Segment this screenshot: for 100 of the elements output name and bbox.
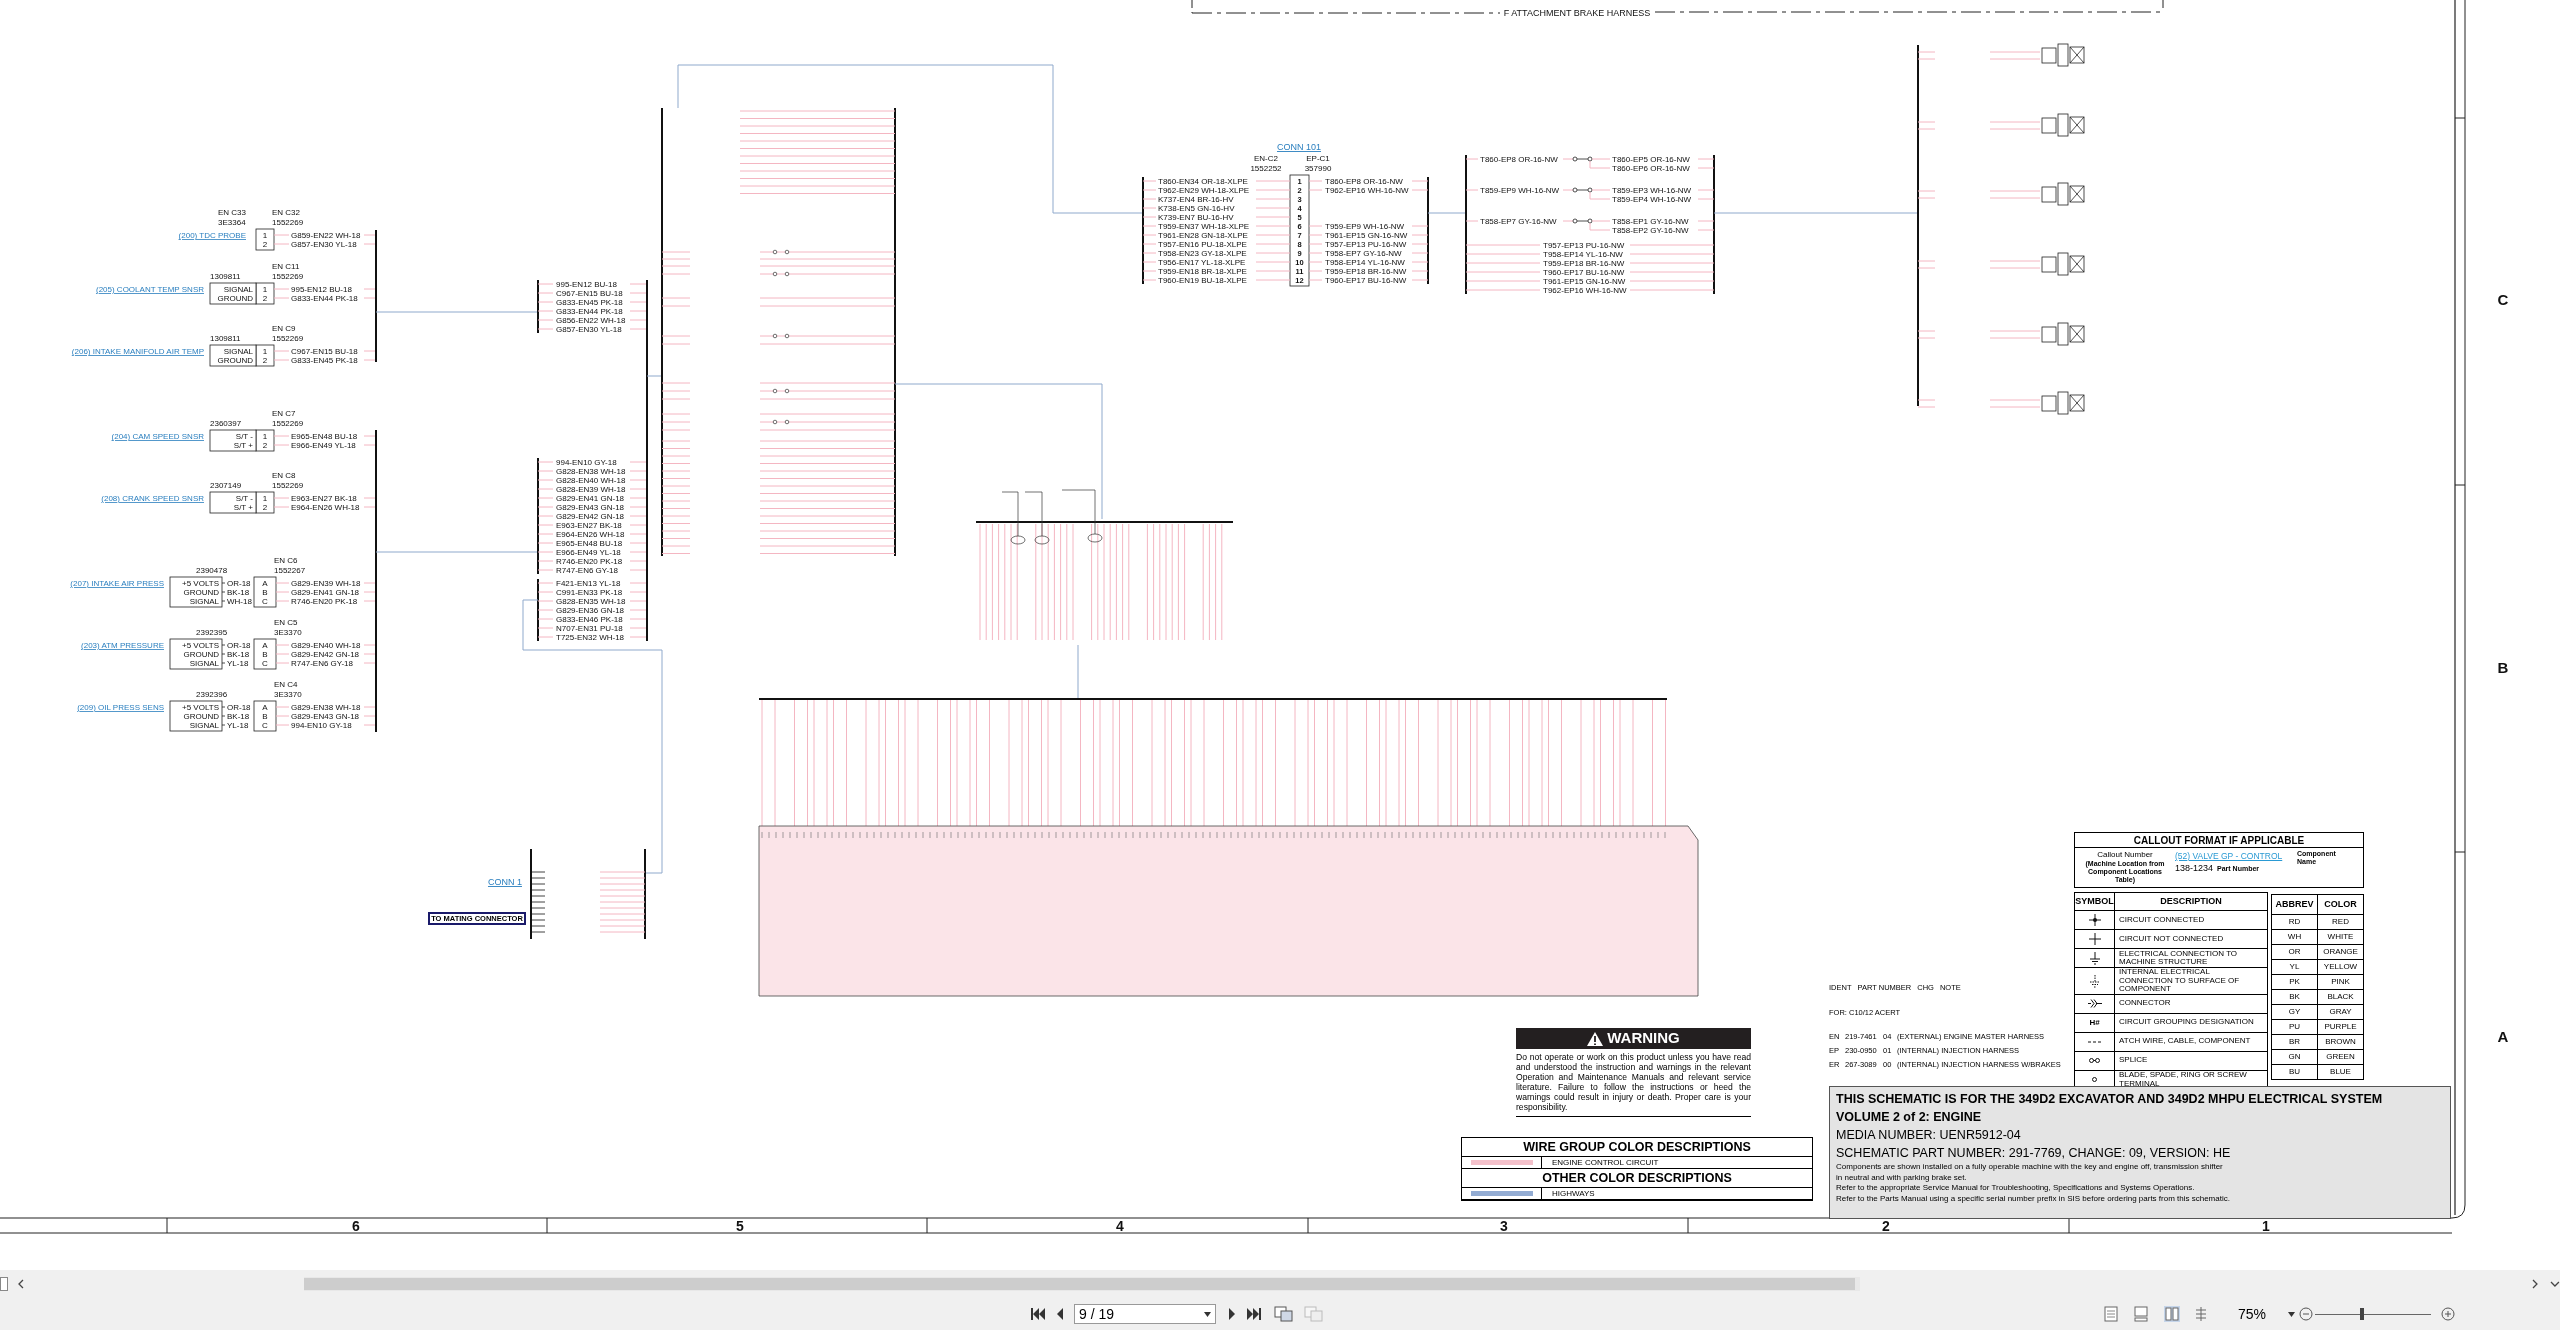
pages-icon[interactable]: [1274, 1306, 1294, 1322]
wire-label: T859-EP4 WH-16-NW: [1612, 195, 1692, 204]
connector-id: EN C11: [272, 262, 300, 271]
two-page-view-icon[interactable]: [2164, 1306, 2180, 1322]
pin-number: 2: [262, 441, 268, 450]
warning-title: WARNING: [1607, 1028, 1680, 1049]
pin-label: +5 VOLTS: [182, 703, 219, 712]
zoom-in-icon[interactable]: [2441, 1307, 2455, 1321]
zoom-level[interactable]: 75%: [2238, 1303, 2278, 1325]
table-header: SYMBOL: [2074, 892, 2115, 911]
table-cell: GRAY: [2317, 1004, 2364, 1020]
wire-label: T961-EP15 GN-16-NW: [1543, 277, 1626, 286]
zoom-slider[interactable]: [2315, 1308, 2431, 1320]
component-link[interactable]: (206) INTAKE MANIFOLD AIR TEMP: [71, 347, 204, 356]
dropdown-caret-icon[interactable]: [1204, 1311, 1211, 1317]
part-number: 1552269: [272, 419, 304, 428]
zone-number: 4: [1116, 1218, 1124, 1234]
table-cell: GREEN: [2317, 1049, 2364, 1065]
wire-label: 994-EN10 GY-18: [556, 458, 617, 467]
wire-label: YL-18: [227, 721, 249, 730]
part-number: 1552269: [272, 272, 304, 281]
wire-label: G833-EN45 PK-18: [291, 356, 358, 365]
pin-number: C: [262, 721, 268, 730]
previous-page-icon[interactable]: [1056, 1307, 1064, 1321]
part-number: 2360397: [210, 419, 242, 428]
wire-label: 995-EN12 BU-18: [291, 285, 352, 294]
component-link[interactable]: (208) CRANK SPEED SNSR: [101, 494, 204, 503]
pin-label: GROUND: [183, 650, 219, 659]
legend-label: HIGHWAYS: [1552, 1187, 1595, 1200]
slider-thumb[interactable]: [2359, 1308, 2364, 1320]
symbol-description: CONNECTOR: [2114, 994, 2268, 1013]
component-link[interactable]: (205) COOLANT TEMP SNSR: [95, 285, 204, 294]
wire-label: G829-EN39 WH-18: [291, 579, 361, 588]
part-number: 1552252: [1250, 164, 1282, 173]
connector-id: EP-C1: [1306, 154, 1330, 163]
pin-label: S/T +: [233, 441, 253, 450]
component-link[interactable]: (207) INTAKE AIR PRESS: [70, 579, 164, 588]
crossing-icon: [2086, 932, 2103, 946]
wire-label: T859-EP9 WH-16-NW: [1480, 186, 1560, 195]
part-number: 3E3370: [274, 628, 302, 637]
part-number: 3E3370: [274, 690, 302, 699]
pin-label: GROUND: [183, 712, 219, 721]
schematic-note: Components are shown installed on a fully operable machine with the key and engine off, transmission shifter: [1836, 1162, 2224, 1173]
scroll-right-icon[interactable]: [2532, 1279, 2539, 1289]
zoom-out-icon[interactable]: [2299, 1307, 2313, 1321]
zone-number: 5: [736, 1218, 744, 1234]
wire-label: T959-EN37 WH-18-XLPE: [1158, 222, 1250, 231]
component-link[interactable]: (204) CAM SPEED SNSR: [111, 432, 204, 441]
wire-label: K739-EN7 BU-16-HV: [1158, 213, 1234, 222]
wire-label: T960-EP17 BU-16-NW: [1325, 276, 1407, 285]
warning-text: Do not operate or work on this product unless you have read and understood the instruction and warnings in the relevant Operation and Maintenance Manuals and relevant service literature. Failure to follow the instructions or heed the warnings could result in injury or death. Proper care is your responsibility.: [1516, 1049, 1751, 1117]
component-link[interactable]: (52) VALVE GP - CONTROL: [2175, 850, 2293, 862]
table-cell: WHITE: [2317, 929, 2364, 945]
wire-label: E964-EN26 WH-18: [556, 530, 625, 539]
wire-label: E963-EN27 BK-18: [556, 521, 622, 530]
legend-title: WIRE GROUP COLOR DESCRIPTIONS: [1462, 1138, 1812, 1157]
wire-label: R746-EN20 PK-18: [291, 597, 358, 606]
table-cell: OR: [2271, 944, 2318, 960]
page-number-field[interactable]: 9 / 19: [1074, 1304, 1216, 1324]
component-link[interactable]: (209) OIL PRESS SENS: [77, 703, 164, 712]
legend-title: OTHER COLOR DESCRIPTIONS: [1462, 1169, 1812, 1188]
component-link[interactable]: (200) TDC PROBE: [178, 231, 246, 240]
next-page-icon[interactable]: [1228, 1307, 1236, 1321]
pin-number: A: [262, 703, 268, 712]
component-link[interactable]: (203) ATM PRESSURE: [81, 641, 164, 650]
wire-label: T956-EN17 YL-18-XLPE: [1158, 258, 1246, 267]
pin-number: 2: [262, 294, 268, 303]
wire-label: G857-EN30 YL-18: [556, 325, 622, 334]
wire-label: T959-EP18 BR-16-NW: [1325, 267, 1407, 276]
table-cell: PU: [2271, 1019, 2318, 1035]
table-cell: RED: [2317, 914, 2364, 930]
wire-label: T961-EP15 GN-16-NW: [1325, 231, 1408, 240]
zone-number: 3: [1500, 1218, 1508, 1234]
dropdown-caret-icon[interactable]: [2288, 1311, 2295, 1317]
wire-label: T957-EP13 PU-16-NW: [1543, 241, 1625, 250]
table-cell: PURPLE: [2317, 1019, 2364, 1035]
pin-number: 1: [262, 347, 268, 356]
last-page-icon[interactable]: [1246, 1307, 1262, 1321]
chevron-down-icon[interactable]: [2550, 1281, 2560, 1287]
wire-label: T961-EN28 GN-18-XLPE: [1158, 231, 1248, 240]
wire-label: G828-EN39 WH-18: [556, 485, 626, 494]
connector-id: EN C6: [274, 556, 298, 565]
continuous-view-icon[interactable]: [2134, 1306, 2148, 1322]
scroll-left-icon[interactable]: [17, 1279, 24, 1289]
connector-link[interactable]: CONN 101: [1277, 142, 1321, 152]
pin-number: 1: [262, 285, 268, 294]
scrollbar-thumb[interactable]: [303, 1278, 1855, 1290]
pin-number: 2: [262, 240, 268, 249]
part-number: 3E3364: [218, 218, 246, 227]
wire-label: T958-EN23 GY-18-XLPE: [1158, 249, 1247, 258]
book-view-icon[interactable]: [2194, 1306, 2208, 1322]
wire-label: E966-EN49 YL-18: [291, 441, 356, 450]
wire-label: T859-EP3 WH-16-NW: [1612, 186, 1692, 195]
wire-label: G829-EN41 GN-18: [556, 494, 625, 503]
callout-title: CALLOUT FORMAT IF APPLICABLE: [2075, 833, 2363, 848]
first-page-icon[interactable]: [1030, 1307, 1046, 1321]
pin-number: A: [262, 641, 268, 650]
sidebar-toggle[interactable]: [0, 1277, 8, 1291]
connector-link[interactable]: CONN 1: [488, 877, 522, 887]
connector-id: EN-C2: [1254, 154, 1278, 163]
